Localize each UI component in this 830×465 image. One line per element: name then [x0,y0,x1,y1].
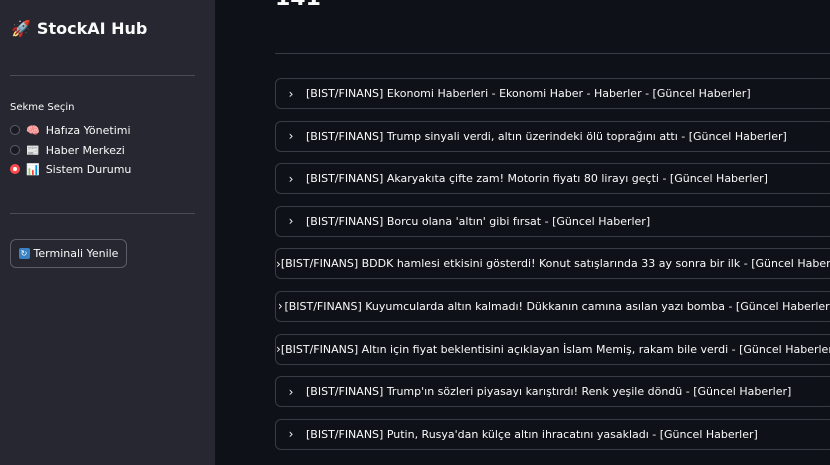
radio-option-label: Sistem Durumu [45,162,132,176]
radio-button-selected[interactable] [10,164,20,174]
news-expander[interactable]: › [BIST/FINANS] Altın için fiyat beklent… [275,333,830,365]
radio-option-label: Haber Merkezi [45,143,125,157]
chevron-right-icon[interactable]: › [276,129,306,143]
news-expander[interactable]: › [BIST/FINANS] Akaryakıta çifte zam! Mo… [275,163,830,195]
news-title: [BIST/FINANS] Trump'ın sözleri piyasayı … [306,385,792,399]
sidebar: 🚀 StockAI Hub Sekme Seçin 🧠 Hafıza Yönet… [0,0,215,465]
app-brand: 🚀 StockAI Hub [11,16,147,40]
news-expander[interactable]: › [BIST/FINANS] Borcu olana 'altın' gibi… [275,205,830,237]
news-title: [BIST/FINANS] Ekonomi Haberleri - Ekonom… [306,87,751,100]
news-title: [BIST/FINANS] Altın için fiyat beklentis… [280,342,830,356]
refresh-icon: ↻ [18,248,30,259]
sidebar-divider-bottom [10,213,195,214]
brain-icon: 🧠 [26,123,40,137]
app-title: StockAI Hub [36,18,148,38]
radio-button[interactable] [10,125,20,135]
news-list: › [BIST/FINANS] Ekonomi Haberleri - Ekon… [275,78,830,461]
news-title: [BIST/FINANS] BDDK hamlesi etkisini göst… [280,257,830,271]
news-expander[interactable]: › [BIST/FINANS] Putin, Rusya'dan külçe a… [275,418,830,450]
chevron-right-icon[interactable]: › [276,87,306,101]
chevron-right-icon[interactable]: › [276,172,306,186]
news-count: 141 [275,0,321,11]
radio-option-news[interactable]: 📰 Haber Merkezi [10,142,125,158]
news-title: [BIST/FINANS] Putin, Rusya'dan külçe alt… [306,427,758,441]
radio-option-memory[interactable]: 🧠 Hafıza Yönetimi [10,122,131,138]
radio-button[interactable] [10,145,20,155]
tab-radio-label: Sekme Seçin [10,102,75,113]
news-expander[interactable]: › [BIST/FINANS] BDDK hamlesi etkisini gö… [275,248,830,280]
rocket-icon: 🚀 [11,18,31,38]
chevron-right-icon[interactable]: › [276,427,306,441]
main-content: 141 › [BIST/FINANS] Ekonomi Haberleri - … [215,0,830,465]
news-expander[interactable]: › [BIST/FINANS] Kuyumcularda altın kalma… [275,290,830,322]
chevron-right-icon[interactable]: › [276,299,284,313]
news-expander[interactable]: › [BIST/FINANS] Trump'ın sözleri piyasay… [275,376,830,408]
news-title: [BIST/FINANS] Akaryakıta çifte zam! Moto… [306,172,768,186]
news-title: [BIST/FINANS] Kuyumcularda altın kalmadı… [284,299,830,313]
main-divider [275,53,830,54]
refresh-button-label: Terminali Yenile [33,247,119,260]
news-title: [BIST/FINANS] Borcu olana 'altın' gibi f… [306,214,651,228]
news-expander[interactable]: › [BIST/FINANS] Ekonomi Haberleri - Ekon… [275,78,830,109]
chevron-right-icon[interactable]: › [276,385,306,399]
sidebar-divider-top [10,75,195,76]
news-expander[interactable]: › [BIST/FINANS] Trump sinyali verdi, alt… [275,120,830,152]
radio-option-label: Hafıza Yönetimi [45,123,131,137]
news-title: [BIST/FINANS] Trump sinyali verdi, altın… [306,129,787,143]
bar-chart-icon: 📊 [26,162,40,176]
refresh-terminal-button[interactable]: ↻ Terminali Yenile [10,239,127,268]
newspaper-icon: 📰 [26,143,40,157]
chevron-right-icon[interactable]: › [276,214,306,228]
radio-option-system[interactable]: 📊 Sistem Durumu [10,161,131,177]
